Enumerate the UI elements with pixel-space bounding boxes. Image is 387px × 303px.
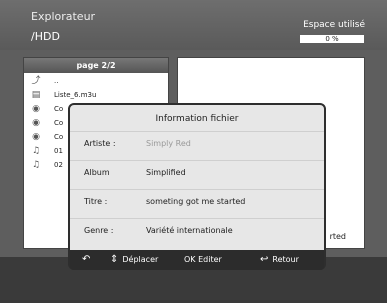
info-row-title[interactable]: Titre : someting got me started (70, 189, 324, 213)
list-item-label: Liste_6.m3u (54, 91, 97, 99)
info-row-album[interactable]: Album Simplified (70, 160, 324, 184)
return-button[interactable]: ↩ Retour (260, 250, 299, 270)
list-item-label: Co (54, 119, 64, 127)
return-label: Retour (272, 255, 299, 264)
info-value: Simplified (146, 168, 186, 177)
list-item[interactable]: ▤ Liste_6.m3u (24, 89, 170, 102)
file-info-dialog: Information fichier Artiste : Simply Red… (68, 103, 326, 270)
playlist-icon: ▤ (31, 90, 41, 100)
up-folder-icon: ⤴ (31, 76, 41, 86)
info-key: Artiste : (84, 139, 116, 148)
music-note-icon: ♫ (31, 146, 41, 156)
cd-icon: ◉ (32, 104, 40, 114)
cd-icon: ◉ (32, 118, 40, 128)
disk-space-bar: 0 % (300, 35, 364, 43)
return-arrow-icon: ↩ (260, 254, 269, 265)
header: Explorateur /HDD Espace utilisé 0 % (0, 0, 387, 50)
info-value: Variété internationale (146, 226, 233, 235)
list-item-label: Co (54, 105, 64, 113)
edit-button[interactable]: OK Editer (184, 250, 222, 270)
list-item-label: 02 (54, 161, 63, 169)
info-key: Genre : (84, 226, 114, 235)
dialog-title: Information fichier (155, 114, 239, 124)
page-indicator: page 2/2 (24, 58, 168, 73)
cd-icon: ◉ (32, 132, 40, 142)
disk-space-label: Espace utilisé (303, 20, 365, 30)
list-item-label: Co (54, 133, 64, 141)
move-label: Déplacer (122, 255, 159, 264)
preview-text: rted (329, 232, 346, 241)
app-title: Explorateur (31, 10, 96, 23)
current-path: /HDD (31, 30, 60, 43)
music-note-icon: ♫ (31, 160, 41, 170)
info-key: Titre : (84, 197, 108, 206)
list-item[interactable]: ⤴ .. (24, 75, 170, 88)
info-row-genre[interactable]: Genre : Variété internationale (70, 218, 324, 242)
info-key: Album (84, 168, 110, 177)
list-item-label: .. (54, 77, 59, 85)
list-item-label: 01 (54, 147, 63, 155)
move-button[interactable]: ⇕ Déplacer (110, 250, 158, 270)
info-value: Simply Red (146, 139, 191, 148)
back-arrow-icon[interactable]: ↶ (82, 250, 94, 270)
up-down-arrows-icon: ⇕ (110, 254, 119, 265)
info-value: someting got me started (146, 197, 246, 206)
dialog-footer: ↶ ⇕ Déplacer OK Editer ↩ Retour (70, 250, 324, 270)
info-row-artist[interactable]: Artiste : Simply Red (70, 131, 324, 155)
